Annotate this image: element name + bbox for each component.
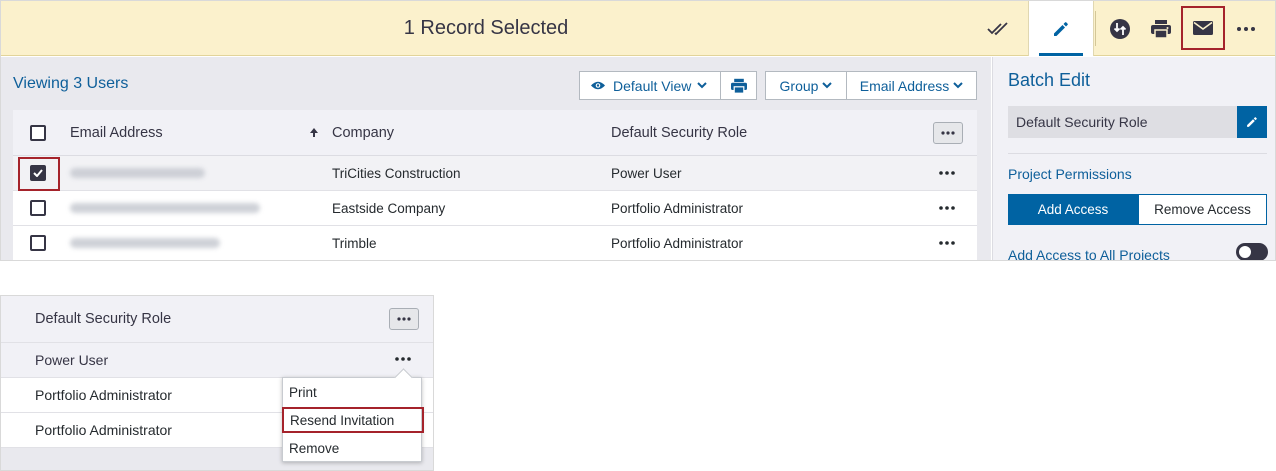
role-cell: Power User <box>35 352 109 368</box>
select-all-cell <box>30 110 46 155</box>
row-select-cell <box>30 191 46 225</box>
all-projects-toggle[interactable] <box>1236 243 1268 260</box>
column-role[interactable]: Default Security Role <box>611 110 747 155</box>
print-button[interactable] <box>1141 1 1181 56</box>
security-role-field[interactable]: Default Security Role <box>1008 106 1237 138</box>
sync-icon <box>1110 18 1130 39</box>
row-checkbox[interactable] <box>30 165 46 181</box>
users-table: Email Address Company Default Security R… <box>13 110 977 260</box>
row-checkbox[interactable] <box>30 200 46 216</box>
row-checkbox[interactable] <box>30 235 46 251</box>
role-cell: Portfolio Administrator <box>611 200 744 216</box>
email-address-dropdown[interactable]: Email Address <box>846 71 977 100</box>
role-cell: Portfolio Administrator <box>35 422 172 438</box>
printer-icon <box>1151 19 1171 39</box>
default-view-dropdown[interactable]: Default View <box>579 71 721 100</box>
role-cell: Portfolio Administrator <box>35 387 172 403</box>
more-horizontal-icon <box>1237 26 1255 31</box>
group-dropdown[interactable]: Group <box>765 71 847 100</box>
chevron-down-icon <box>822 82 833 89</box>
select-all-checkbox[interactable] <box>30 124 46 141</box>
more-horizontal-icon <box>397 317 411 321</box>
selection-title: 1 Record Selected <box>403 17 569 39</box>
users-screen: 1 Record Selected Viewing 3 Users Defaul… <box>0 0 1276 261</box>
security-role-edit-button[interactable] <box>1237 106 1267 138</box>
detail-column-role[interactable]: Default Security Role <box>35 296 171 342</box>
remove-access-button[interactable]: Remove Access <box>1138 194 1267 225</box>
row-select-cell <box>30 226 46 260</box>
more-horizontal-icon <box>941 130 955 135</box>
group-label: Group <box>779 77 819 94</box>
column-email[interactable]: Email Address <box>70 110 163 155</box>
row-options-button[interactable] <box>933 226 961 260</box>
divider <box>1008 153 1267 154</box>
table-row[interactable]: Trimble Portfolio Administrator <box>13 226 977 260</box>
column-options-cell <box>933 110 963 155</box>
email-button[interactable] <box>1181 6 1225 50</box>
more-horizontal-icon <box>395 357 411 361</box>
pencil-icon <box>1054 21 1068 36</box>
pencil-icon <box>1247 117 1257 127</box>
email-address-label: Email Address <box>859 77 950 94</box>
email-cell <box>70 226 220 260</box>
checkmark-icon <box>33 169 43 177</box>
table-row[interactable]: TriCities Construction Power User <box>13 156 977 191</box>
chevron-down-icon <box>697 82 708 89</box>
role-cell: Portfolio Administrator <box>611 235 744 251</box>
row-options-button[interactable] <box>933 156 961 190</box>
menu-item-resend-invitation[interactable]: Resend Invitation <box>282 407 424 433</box>
default-view-label: Default View <box>613 77 692 94</box>
users-list-area: Viewing 3 Users Default View Group Email… <box>1 57 991 260</box>
email-cell <box>70 156 205 190</box>
add-access-button[interactable]: Add Access <box>1008 194 1138 225</box>
menu-item-remove[interactable]: Remove <box>283 434 421 462</box>
chevron-down-icon <box>953 82 963 89</box>
batch-edit-title: Batch Edit <box>1008 70 1091 90</box>
list-item[interactable]: Power User <box>1 343 433 378</box>
batch-edit-panel: Batch Edit Default Security Role Project… <box>992 57 1275 261</box>
sort-ascending-icon[interactable] <box>310 110 318 155</box>
more-actions-button[interactable] <box>1227 1 1265 56</box>
detail-header: Default Security Role <box>1 296 433 343</box>
approve-button[interactable] <box>976 1 1022 56</box>
company-cell: Trimble <box>332 235 377 251</box>
row-options-button[interactable] <box>933 191 961 225</box>
menu-item-print[interactable]: Print <box>283 378 421 406</box>
company-cell: Eastside Company <box>332 200 446 216</box>
company-cell: TriCities Construction <box>332 165 461 181</box>
print-view-button[interactable] <box>720 71 757 100</box>
table-header: Email Address Company Default Security R… <box>13 110 977 156</box>
all-projects-label: Add Access to All Projects <box>1008 247 1170 261</box>
more-horizontal-icon <box>939 171 955 175</box>
row-options-button[interactable] <box>391 348 415 370</box>
double-check-icon <box>987 21 1008 35</box>
row-select-cell <box>30 156 46 190</box>
column-options-button[interactable] <box>933 121 963 144</box>
toolbar-divider <box>1095 11 1096 46</box>
printer-icon <box>730 78 747 94</box>
more-horizontal-icon <box>939 206 955 210</box>
role-cell: Power User <box>611 165 682 181</box>
eye-icon <box>591 81 605 90</box>
edit-button[interactable] <box>1028 1 1094 56</box>
email-cell <box>70 191 260 225</box>
column-company[interactable]: Company <box>332 110 394 155</box>
more-horizontal-icon <box>939 241 955 245</box>
table-row[interactable]: Eastside Company Portfolio Administrator <box>13 191 977 226</box>
column-options-button[interactable] <box>389 308 419 330</box>
envelope-icon <box>1193 21 1213 35</box>
viewing-count-title: Viewing 3 Users <box>13 75 129 92</box>
row-context-menu: Print Resend Invitation Remove <box>282 377 424 462</box>
sync-button[interactable] <box>1099 1 1141 56</box>
project-permissions-label: Project Permissions <box>1008 166 1132 182</box>
selection-toolbar: 1 Record Selected <box>1 1 1275 56</box>
